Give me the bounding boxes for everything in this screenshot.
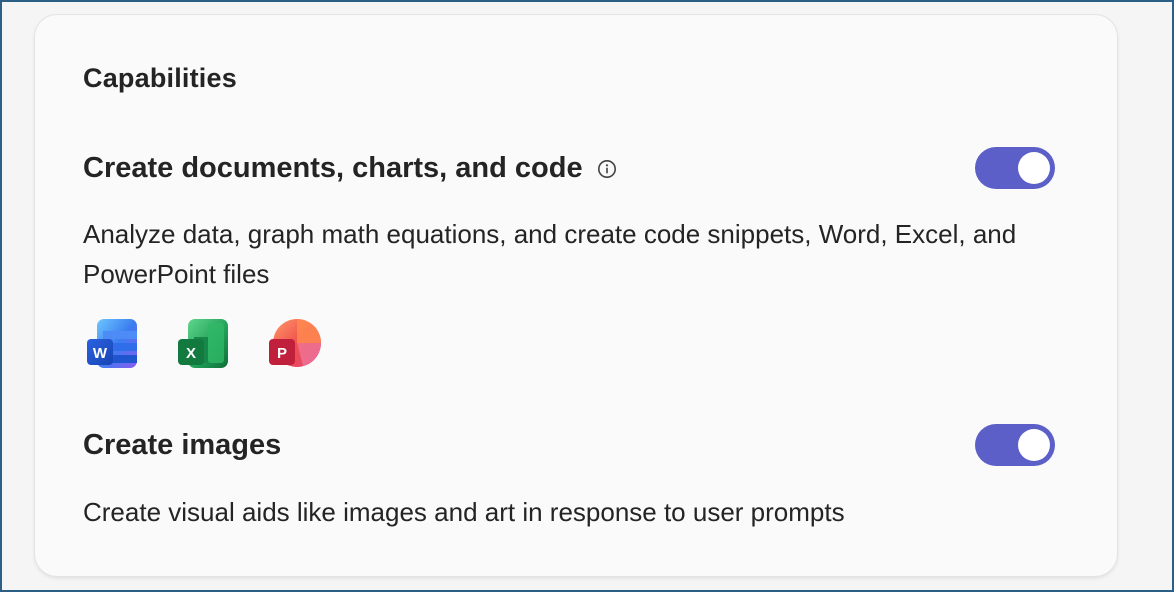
- svg-text:P: P: [277, 345, 287, 362]
- section-title-documents: Create documents, charts, and code: [83, 152, 617, 185]
- powerpoint-icon: P: [269, 319, 321, 367]
- capabilities-card: Capabilities Create documents, charts, a…: [35, 15, 1117, 576]
- section-description-documents: Analyze data, graph math equations, and …: [83, 219, 1017, 289]
- card-title: Capabilities: [83, 63, 237, 93]
- toggle-knob: [1018, 152, 1050, 184]
- svg-text:W: W: [93, 345, 108, 362]
- toggle-knob: [1018, 429, 1050, 461]
- info-icon[interactable]: [597, 159, 617, 179]
- excel-icon: X: [178, 319, 228, 368]
- toggle-create-documents[interactable]: [975, 147, 1055, 189]
- svg-text:X: X: [186, 345, 196, 362]
- word-icon: W: [87, 319, 137, 368]
- app-icons-row: W X P: [85, 317, 321, 371]
- toggle-create-images[interactable]: [975, 424, 1055, 466]
- section-title-documents-label: Create documents, charts, and code: [83, 152, 583, 184]
- section-description-images: Create visual aids like images and art i…: [83, 497, 845, 527]
- section-title-images: Create images: [83, 429, 281, 462]
- section-title-images-label: Create images: [83, 429, 282, 461]
